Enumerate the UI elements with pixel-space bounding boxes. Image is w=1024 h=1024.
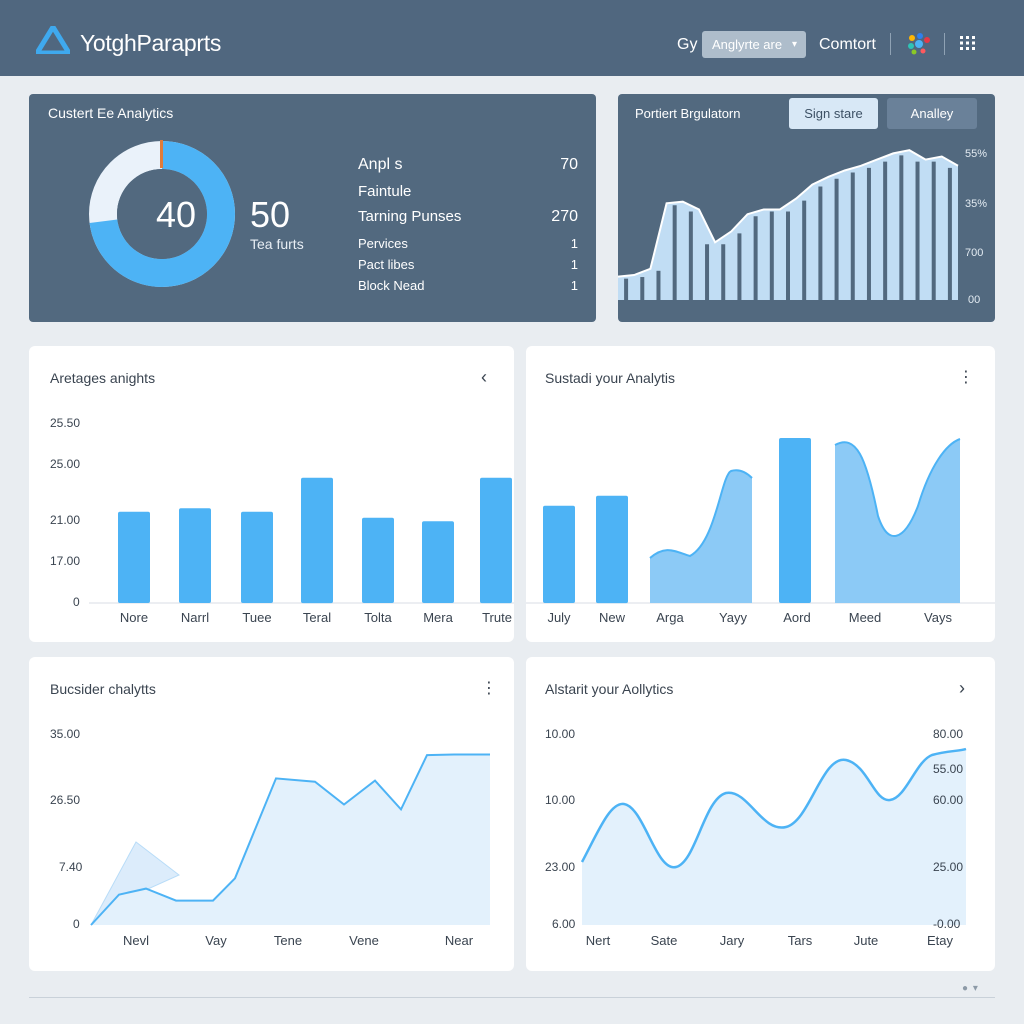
bar bbox=[480, 477, 512, 604]
bar bbox=[301, 477, 333, 604]
y-tick-right: 55.00 bbox=[933, 762, 964, 776]
x-label: Nore bbox=[119, 610, 149, 625]
x-label: Vay bbox=[205, 933, 227, 948]
x-label: Vene bbox=[349, 933, 379, 948]
area-fill bbox=[582, 749, 966, 925]
x-label: Etay bbox=[926, 933, 954, 948]
alstarit-area-chart bbox=[580, 747, 967, 925]
averages-bar-chart bbox=[89, 477, 514, 604]
stat-row: Pervices 1 bbox=[358, 236, 578, 254]
stat-row: Pact libes 1 bbox=[358, 257, 578, 275]
bar bbox=[422, 521, 454, 603]
big-number: 50 bbox=[250, 194, 291, 235]
divider bbox=[890, 33, 891, 55]
area-shape bbox=[650, 470, 752, 603]
x-label: July bbox=[547, 610, 571, 625]
x-label: Narrl bbox=[180, 610, 210, 625]
gy-link[interactable]: Gy bbox=[677, 36, 697, 54]
stat-label: Pervices bbox=[358, 236, 408, 251]
x-label: Vays bbox=[924, 610, 952, 625]
card-title: Custert Ee Analytics bbox=[48, 105, 174, 121]
bar bbox=[596, 495, 628, 604]
x-label: New bbox=[598, 610, 626, 625]
area-shape bbox=[835, 439, 960, 603]
chevron-down-icon: ▾ bbox=[791, 39, 797, 50]
x-label: Near bbox=[444, 933, 474, 948]
y-tick: 700 bbox=[965, 247, 984, 259]
x-label: Trute bbox=[482, 610, 512, 625]
alstarit-analytics-card: Alstarit your Aollytics › 10.00 10.00 23… bbox=[526, 657, 995, 971]
divider bbox=[944, 33, 945, 55]
top-bar: YotghParaprts Gy Anglyrte are ▾ Comtort bbox=[0, 0, 1024, 76]
footer-divider bbox=[29, 997, 995, 998]
stat-label: Block Nead bbox=[358, 278, 425, 293]
stats-list: Anpl s 70 Faintule Tarning Punses 270 Pe… bbox=[358, 156, 578, 306]
grid-menu-icon[interactable] bbox=[960, 36, 976, 50]
y-tick-right: 60.00 bbox=[933, 793, 964, 807]
x-label: Tolta bbox=[364, 610, 392, 625]
stat-label: Faintule bbox=[358, 183, 412, 200]
logo-icon bbox=[36, 26, 70, 54]
stat-row: Block Nead 1 bbox=[358, 278, 578, 296]
pagination-dots-icon[interactable]: ● ▾ bbox=[962, 983, 979, 994]
y-tick: 55% bbox=[965, 148, 988, 160]
x-label: Tene bbox=[273, 933, 303, 948]
stat-label: Tarning Punses bbox=[358, 208, 462, 225]
bar bbox=[241, 511, 273, 603]
x-label: Jute bbox=[853, 933, 879, 948]
x-label: Jary bbox=[719, 933, 745, 948]
stat-label: Pact libes bbox=[358, 257, 415, 272]
x-label: Arga bbox=[656, 610, 684, 625]
stat-value: 1 bbox=[570, 236, 578, 251]
stat-row: Anpl s 70 bbox=[358, 156, 578, 176]
big-number-label: Tea furts bbox=[250, 236, 304, 252]
bar bbox=[543, 505, 575, 603]
analytics-select[interactable]: Anglyrte are ▾ bbox=[702, 31, 806, 58]
averages-card: Aretages anights ‹ 25.50 25.00 21.00 17.… bbox=[29, 346, 514, 642]
bucsider-line-chart bbox=[90, 753, 490, 926]
y-tick-right: 25.00 bbox=[933, 860, 964, 874]
regulation-card: Portiert Brgulatorn Sign stare Analley 5… bbox=[618, 94, 995, 322]
x-label: Tars bbox=[787, 933, 813, 948]
y-tick: 35% bbox=[965, 198, 988, 210]
analytics-summary-card: Custert Ee Analytics 40 50 Tea furts Anp… bbox=[29, 94, 596, 322]
regulation-area-chart bbox=[618, 149, 959, 300]
bar bbox=[118, 511, 150, 603]
donut-center-value: 40 bbox=[156, 194, 197, 235]
stat-row: Tarning Punses 270 bbox=[358, 208, 578, 228]
x-label: Meed bbox=[848, 610, 882, 625]
apps-colorful-icon[interactable] bbox=[906, 32, 932, 56]
bucsider-card: Bucsider chalytts ⋮ 35.00 26.50 7.40 0 N… bbox=[29, 657, 514, 971]
stat-value: 1 bbox=[570, 257, 578, 272]
stat-value: 270 bbox=[551, 208, 578, 225]
sustadi-mixed-chart bbox=[526, 438, 995, 604]
x-label: Teral bbox=[302, 610, 332, 625]
bar bbox=[779, 438, 811, 603]
x-label: Aord bbox=[783, 610, 811, 625]
y-tick-right: 80.00 bbox=[933, 727, 964, 741]
x-label: Sate bbox=[650, 933, 678, 948]
stat-value: 1 bbox=[570, 278, 578, 293]
donut-marker bbox=[160, 140, 163, 168]
x-label: Mera bbox=[423, 610, 453, 625]
app-title: YotghParaprts bbox=[80, 30, 222, 56]
select-value: Anglyrte are bbox=[712, 37, 783, 52]
bar bbox=[179, 508, 211, 603]
x-label: Nevl bbox=[122, 933, 150, 948]
stat-label: Anpl s bbox=[358, 156, 403, 173]
contort-link[interactable]: Comtort bbox=[819, 36, 876, 54]
x-label: Tuee bbox=[242, 610, 272, 625]
x-label: Yayy bbox=[719, 610, 747, 625]
stat-row: Faintule bbox=[358, 183, 578, 203]
x-label: Nert bbox=[585, 933, 611, 948]
y-tick: 00 bbox=[968, 294, 981, 306]
y-tick-right: -0.00 bbox=[933, 917, 961, 931]
sustadi-analytics-card: Sustadi your Analytis ⋮ July New Arga Ya… bbox=[526, 346, 995, 642]
stat-value: 70 bbox=[560, 156, 578, 173]
bar bbox=[362, 517, 394, 603]
